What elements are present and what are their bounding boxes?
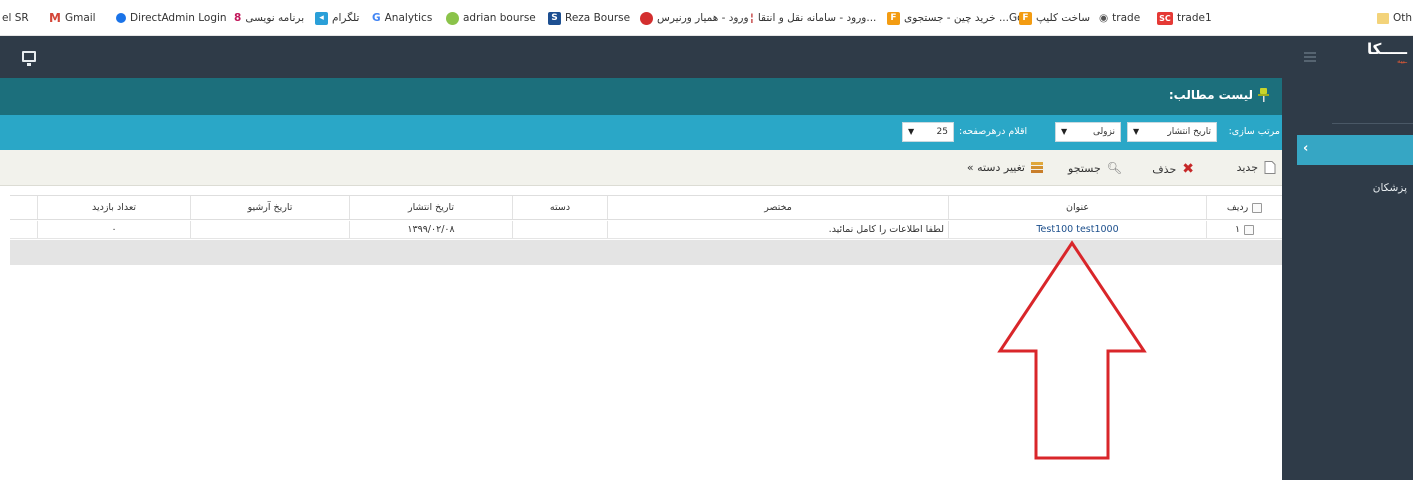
bookmark-trade1[interactable]: SC trade1 [1157,10,1212,26]
bookmark-china[interactable]: F خرید چین - جستجوی ...Go [887,10,1024,26]
sidebar-search-input[interactable] [1332,102,1413,124]
bookmark-programming[interactable]: 8 برنامه نویسی [234,10,304,26]
archive-date-cell [190,221,349,238]
header-visit-count[interactable]: تعداد بازدید [37,196,190,219]
header-archive-date[interactable]: تاریخ آرشیو [190,196,349,219]
sort-field-select[interactable]: تاریخ انتشار ▼ [1127,122,1217,142]
bookmark-telegram[interactable]: ◂ تلگرام [315,10,359,26]
search-button[interactable]: 🔍︎ جستجو [1068,161,1122,175]
select-all-checkbox[interactable] [1252,202,1263,213]
sc-icon: SC [1157,11,1173,25]
dropdown-arrow-icon: ▼ [1061,127,1068,136]
header-row-number: ردیف [1206,196,1282,219]
sidebar-item-doctors[interactable]: پزشکان [1373,182,1407,194]
sort-label: مرتب سازی: [1228,126,1280,137]
dropdown-arrow-icon: ▼ [908,127,915,136]
category-icon [1031,162,1043,173]
gmail-icon: M [49,11,61,25]
circle-icon [116,13,126,23]
publish-date-cell: ۱۳۹۹/۰۲/۰۸ [349,221,512,238]
bookmark-gmail[interactable]: M Gmail [49,10,96,26]
summary-cell: لطفا اطلاعات را کامل نمائید. [607,221,948,238]
bookmark-analytics[interactable]: G Analytics [372,10,432,26]
per-page-label: اقلام درهرصفحه: [959,126,1028,137]
bookmark-clip[interactable]: F ساخت کلیپ [1019,10,1090,26]
delete-icon: ✖ [1182,161,1194,177]
header-title[interactable]: عنوان [948,196,1206,219]
new-document-icon [1264,161,1276,174]
bookmark-transfer[interactable]: ¦ ورود - سامانه نقل و انتقا... [750,10,876,26]
pin-icon [1258,88,1269,102]
menu-icon[interactable] [1304,52,1316,62]
sidebar-active-item[interactable]: ‹ [1297,135,1413,165]
filter-bar: مرتب سازی: تاریخ انتشار ▼ نزولی ▼ اقلام … [0,115,1282,150]
target-icon [446,11,459,25]
change-category-button[interactable]: تغییر دسته » [967,161,1043,174]
category-cell [512,221,607,238]
page-title-text: لیست مطالب: [1168,88,1253,102]
logo-icon: S [548,11,561,25]
page-title: لیست مطالب: [1169,88,1269,102]
bookmarks-bar: el SR M Gmail DirectAdmin Login 8 برنامه… [0,0,1413,36]
globe-icon: ◉ [1099,12,1109,24]
header-publish-date[interactable]: تاریخ انتشار [349,196,512,219]
bookmark-hamyar[interactable]: ورود - همیار ورنیرس [640,10,749,26]
annotation-arrow [997,240,1147,460]
sort-order-select[interactable]: نزولی ▼ [1055,122,1121,142]
brand-subtitle: ـبیه [1396,57,1407,65]
left-gutter [0,186,10,480]
logo-icon [640,11,653,25]
per-page-select[interactable]: 25 ▼ [902,122,954,142]
folder-icon [1377,12,1389,24]
logo-icon: F [887,11,900,25]
bookmark-trade[interactable]: ◉ trade [1099,10,1140,26]
bookmark-reza[interactable]: S Reza Bourse [548,10,630,26]
row-checkbox[interactable] [1244,224,1255,235]
header-category[interactable]: دسته [512,196,607,219]
chevron-left-icon: ‹ [1303,141,1309,156]
new-button[interactable]: جدید [1237,161,1276,174]
bookmark-other[interactable]: Oth [1377,10,1412,26]
table-row[interactable]: ۱ Test100 test1000 لطفا اطلاعات را کامل … [10,221,1282,239]
monitor-icon[interactable] [22,51,36,66]
google-icon: G [372,12,381,24]
row-number-cell: ۱ [1206,221,1282,238]
search-icon: 🔍︎ [1106,161,1122,175]
page-header: لیست مطالب: [0,78,1282,115]
logo-icon: 8 [234,12,242,24]
actions-toolbar: جدید ✖ حذف 🔍︎ جستجو تغییر دسته » [0,150,1282,186]
bookmark-adrian[interactable]: adrian bourse [446,10,536,26]
sidebar: ‹ پزشکان [1282,78,1413,480]
dropdown-arrow-icon: ▼ [1133,127,1140,136]
title-cell[interactable]: Test100 test1000 [948,221,1206,238]
telegram-icon: ◂ [315,11,328,25]
logo-icon: ¦ [750,12,754,24]
brand-logo: ـــــكا [1367,40,1407,58]
delete-button[interactable]: ✖ حذف [1152,161,1194,177]
top-nav-bar [0,36,1413,78]
bookmark-directadmin[interactable]: DirectAdmin Login [116,10,227,26]
header-summary[interactable]: مختصر [607,196,948,219]
table-header: ردیف عنوان مختصر دسته تاریخ انتشار تاریخ… [10,195,1282,220]
title-link[interactable]: Test100 test1000 [1036,224,1118,235]
visit-count-cell: ۰ [37,221,190,238]
logo-icon: F [1019,11,1032,25]
bookmark-item[interactable]: el SR [2,10,29,26]
